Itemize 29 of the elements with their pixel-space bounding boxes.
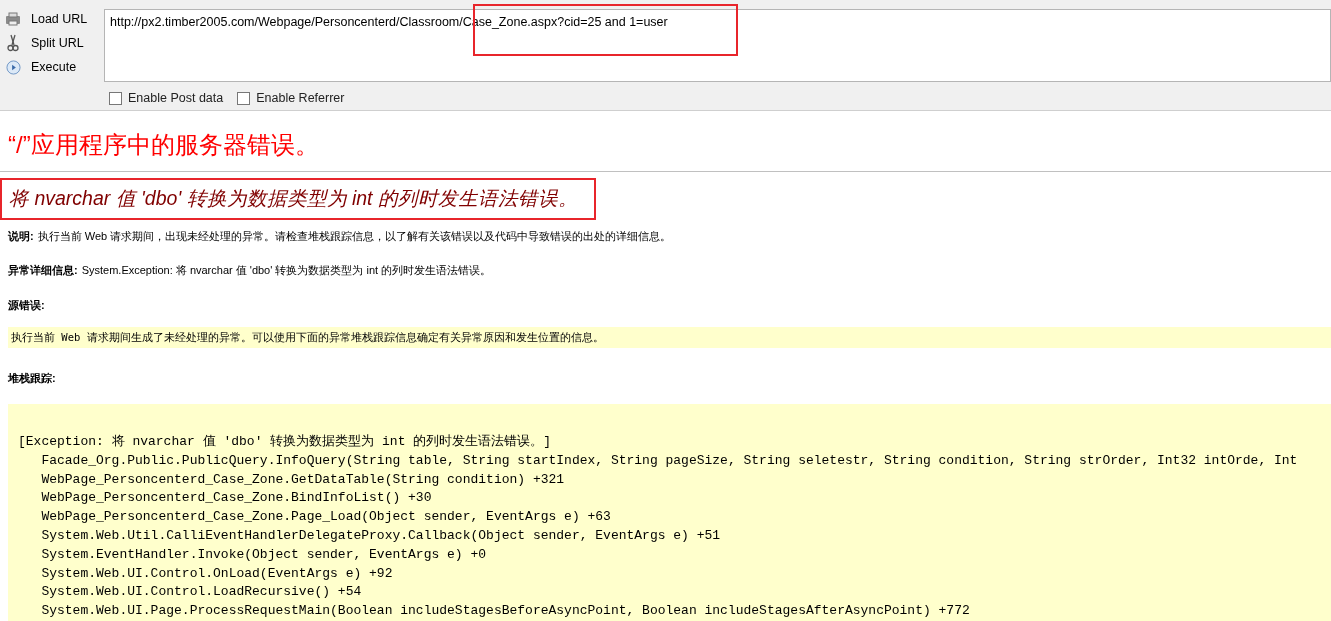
error-message: 将 nvarchar 值 'dbo' 转换为数据类型为 int 的列时发生语法错误。 [0, 178, 596, 220]
page-title: “/”应用程序中的服务器错误。 [8, 130, 320, 160]
toolbar-button[interactable]: Execute [4, 57, 104, 77]
stack-trace-line: WebPage_Personcenterd_Case_Zone.GetDataTable(String condition) +321 [40, 470, 565, 489]
checkbox-label: Enable Post data [128, 90, 224, 107]
stack-trace-line: Facade_Org.Public.PublicQuery.InfoQuery(String table, String startIndex, String pageSize, String seletestr, String condition, String strOrder, Int32 intOrde, Int [40, 451, 1298, 470]
field-text: 执行当前 Web 请求期间，出现未经处理的异常。请检查堆栈跟踪信息，以了解有关该错误以及代码中导致错误的出处的详细信息。 [37, 228, 672, 244]
stack-trace-line: WebPage_Personcenterd_Case_Zone.BindInfoList() +30 [40, 489, 432, 508]
stack-trace-line: System.Web.UI.Control.LoadRecursive() +54 [40, 583, 362, 602]
checkbox[interactable] [237, 91, 251, 105]
scissors-icon [7, 34, 19, 52]
section-label: 源错误: [8, 297, 46, 313]
field-text: System.Exception: 将 nvarchar 值 'dbo' 转换为数据类型为 int 的列时发生语法错误。 [81, 263, 492, 278]
stack-trace-line: System.Web.UI.Control.OnLoad(EventArgs e) +92 [40, 564, 393, 583]
field-label: 异常详细信息: [8, 263, 78, 278]
stack-trace-line: System.Web.UI.Page.ProcessRequestMain(Boolean includeStagesBeforeAsyncPoint, Boolean includeStagesAfterAsyncPoint) +772 [40, 602, 970, 621]
toolbar-button[interactable]: Load URL [4, 9, 104, 29]
field-label: 说明: [8, 228, 34, 244]
toolbar-button[interactable]: Split URL [4, 33, 104, 53]
stack-trace-line: WebPage_Personcenterd_Case_Zone.Page_Load(Object sender, EventArgs e) +63 [40, 508, 611, 527]
stack-trace-line: System.EventHandler.Invoke(Object sender, EventArgs e) +0 [40, 545, 487, 564]
source-error-text: 执行当前 Web 请求期间生成了未经处理的异常。可以使用下面的异常堆栈跟踪信息确定有关异常原因和发生位置的信息。 [11, 329, 604, 345]
stack-trace-line: System.Web.Util.CalliEventHandlerDelegateProxy.Callback(Object sender, EventArgs e) +51 [40, 527, 721, 545]
play-icon [5, 59, 21, 75]
printer-icon [5, 12, 21, 26]
checkbox-label: Enable Referrer [256, 90, 345, 107]
checkbox[interactable] [109, 91, 122, 105]
section-label: 堆栈跟踪: [8, 372, 56, 384]
stack-trace-line: [Exception: 将 nvarchar 值 'dbo' 转换为数据类型为 int 的列时发生语法错误。] [18, 433, 552, 451]
